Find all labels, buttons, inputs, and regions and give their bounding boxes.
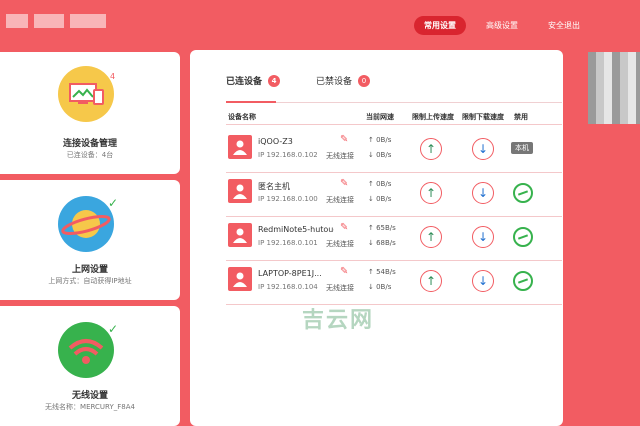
card-title-wireless: 无线设置 xyxy=(71,391,108,401)
upload-speed: ↑ 0B/s xyxy=(368,180,392,188)
download-speed: ↓ 0B/s xyxy=(368,283,392,291)
edit-icon[interactable]: ✎ xyxy=(340,222,348,233)
limit-download-button[interactable]: ↓ xyxy=(472,226,494,248)
table-row: iQOO-Z3 IP 192.168.0.102 ✎ 无线连接 ↑ 0B/s ↓… xyxy=(226,128,562,173)
user-avatar-icon xyxy=(228,179,252,203)
card-sub-wireless-name: 无线名称：MERCURY_F8A4 xyxy=(45,403,135,411)
device-count-badge: 4 xyxy=(110,72,116,81)
nav-advanced-settings[interactable]: 高级设置 xyxy=(476,16,528,35)
edit-icon[interactable]: ✎ xyxy=(340,266,348,277)
nav-common-settings[interactable]: 常用设置 xyxy=(414,16,466,35)
device-ip: IP 192.168.0.101 xyxy=(258,239,318,247)
col-device-name: 设备名称 xyxy=(228,113,256,121)
device-name: LAPTOP-8PE1J... xyxy=(258,269,322,278)
limit-upload-button[interactable]: ↑ xyxy=(420,138,442,160)
device-name: RedmiNote5-hutoude.. xyxy=(258,225,334,234)
card-device-management[interactable]: 4 连接设备管理 已连设备：4台 xyxy=(0,52,180,174)
col-limit-upload: 限制上传速度 xyxy=(412,113,454,121)
device-ip: IP 192.168.0.100 xyxy=(258,195,318,203)
disable-device-button[interactable] xyxy=(513,271,533,291)
limit-upload-button[interactable]: ↑ xyxy=(420,270,442,292)
tab-label: 已连设备 xyxy=(226,77,263,87)
tab-label: 已禁设备 xyxy=(316,77,353,87)
card-title-device-management: 连接设备管理 xyxy=(62,139,117,149)
user-avatar-icon xyxy=(228,223,252,247)
limit-upload-button[interactable]: ↑ xyxy=(420,182,442,204)
limit-download-button[interactable]: ↓ xyxy=(472,182,494,204)
table-row: RedmiNote5-hutoude.. IP 192.168.0.101 ✎ … xyxy=(226,216,562,261)
disable-device-button[interactable] xyxy=(513,183,533,203)
user-avatar-icon xyxy=(228,267,252,291)
edit-icon[interactable]: ✎ xyxy=(340,134,348,145)
planet-icon xyxy=(58,196,114,252)
user-avatar-icon xyxy=(228,135,252,159)
nav-logout[interactable]: 安全退出 xyxy=(538,16,590,35)
table-row: 匿名主机 IP 192.168.0.100 ✎ 无线连接 ↑ 0B/s ↓ 0B… xyxy=(226,172,562,217)
card-wireless-settings[interactable]: ✓ 无线设置 无线名称：MERCURY_F8A4 xyxy=(0,306,180,426)
limit-upload-button[interactable]: ↑ xyxy=(420,226,442,248)
device-name: iQOO-Z3 xyxy=(258,137,293,146)
card-title-internet: 上网设置 xyxy=(71,265,108,275)
download-speed: ↓ 68B/s xyxy=(368,239,396,247)
tab-connected-devices[interactable]: 已连设备 4 xyxy=(226,74,281,87)
tab-count-badge: 0 xyxy=(358,74,371,87)
card-sub-device-count: 已连设备：4台 xyxy=(66,151,114,159)
tab-count-badge: 4 xyxy=(268,74,281,87)
col-disable: 禁用 xyxy=(514,113,528,121)
upload-speed: ↑ 54B/s xyxy=(368,268,396,276)
wifi-icon xyxy=(58,322,114,378)
devices-icon xyxy=(58,66,114,122)
brand-logo-blurred xyxy=(6,14,116,30)
connection-type: 无线连接 xyxy=(326,196,354,204)
check-icon: ✓ xyxy=(108,322,119,336)
device-ip: IP 192.168.0.102 xyxy=(258,151,318,159)
check-icon: ✓ xyxy=(108,196,119,210)
device-panel: 已连设备 4 已禁设备 0 设备名称 当前网速 限制上传速度 限制下载速度 禁用… xyxy=(190,50,563,426)
device-ip: IP 192.168.0.104 xyxy=(258,283,318,291)
tab-blocked-devices[interactable]: 已禁设备 0 xyxy=(316,74,371,87)
header-divider xyxy=(226,124,562,125)
table-row: LAPTOP-8PE1J... IP 192.168.0.104 ✎ 无线连接 … xyxy=(226,260,562,305)
col-current-speed: 当前网速 xyxy=(366,113,394,121)
connection-type: 无线连接 xyxy=(326,284,354,292)
connection-type: 无线连接 xyxy=(326,152,354,160)
edit-icon[interactable]: ✎ xyxy=(340,178,348,189)
blurred-image xyxy=(588,52,640,124)
connection-type: 无线连接 xyxy=(326,240,354,248)
card-internet-settings[interactable]: ✓ 上网设置 上网方式：自动获得IP地址 xyxy=(0,180,180,300)
download-speed: ↓ 0B/s xyxy=(368,151,392,159)
limit-download-button[interactable]: ↓ xyxy=(472,138,494,160)
tab-underline xyxy=(226,101,562,103)
device-name: 匿名主机 xyxy=(258,182,290,191)
upload-speed: ↑ 65B/s xyxy=(368,224,396,232)
download-speed: ↓ 0B/s xyxy=(368,195,392,203)
card-sub-internet-mode: 上网方式：自动获得IP地址 xyxy=(48,277,132,285)
top-navigation: 常用设置 高级设置 安全退出 xyxy=(414,16,590,35)
local-device-tag: 本机 xyxy=(511,142,533,154)
limit-download-button[interactable]: ↓ xyxy=(472,270,494,292)
upload-speed: ↑ 0B/s xyxy=(368,136,392,144)
watermark: 吉云网 xyxy=(302,308,375,333)
disable-device-button[interactable] xyxy=(513,227,533,247)
col-limit-download: 限制下载速度 xyxy=(462,113,504,121)
